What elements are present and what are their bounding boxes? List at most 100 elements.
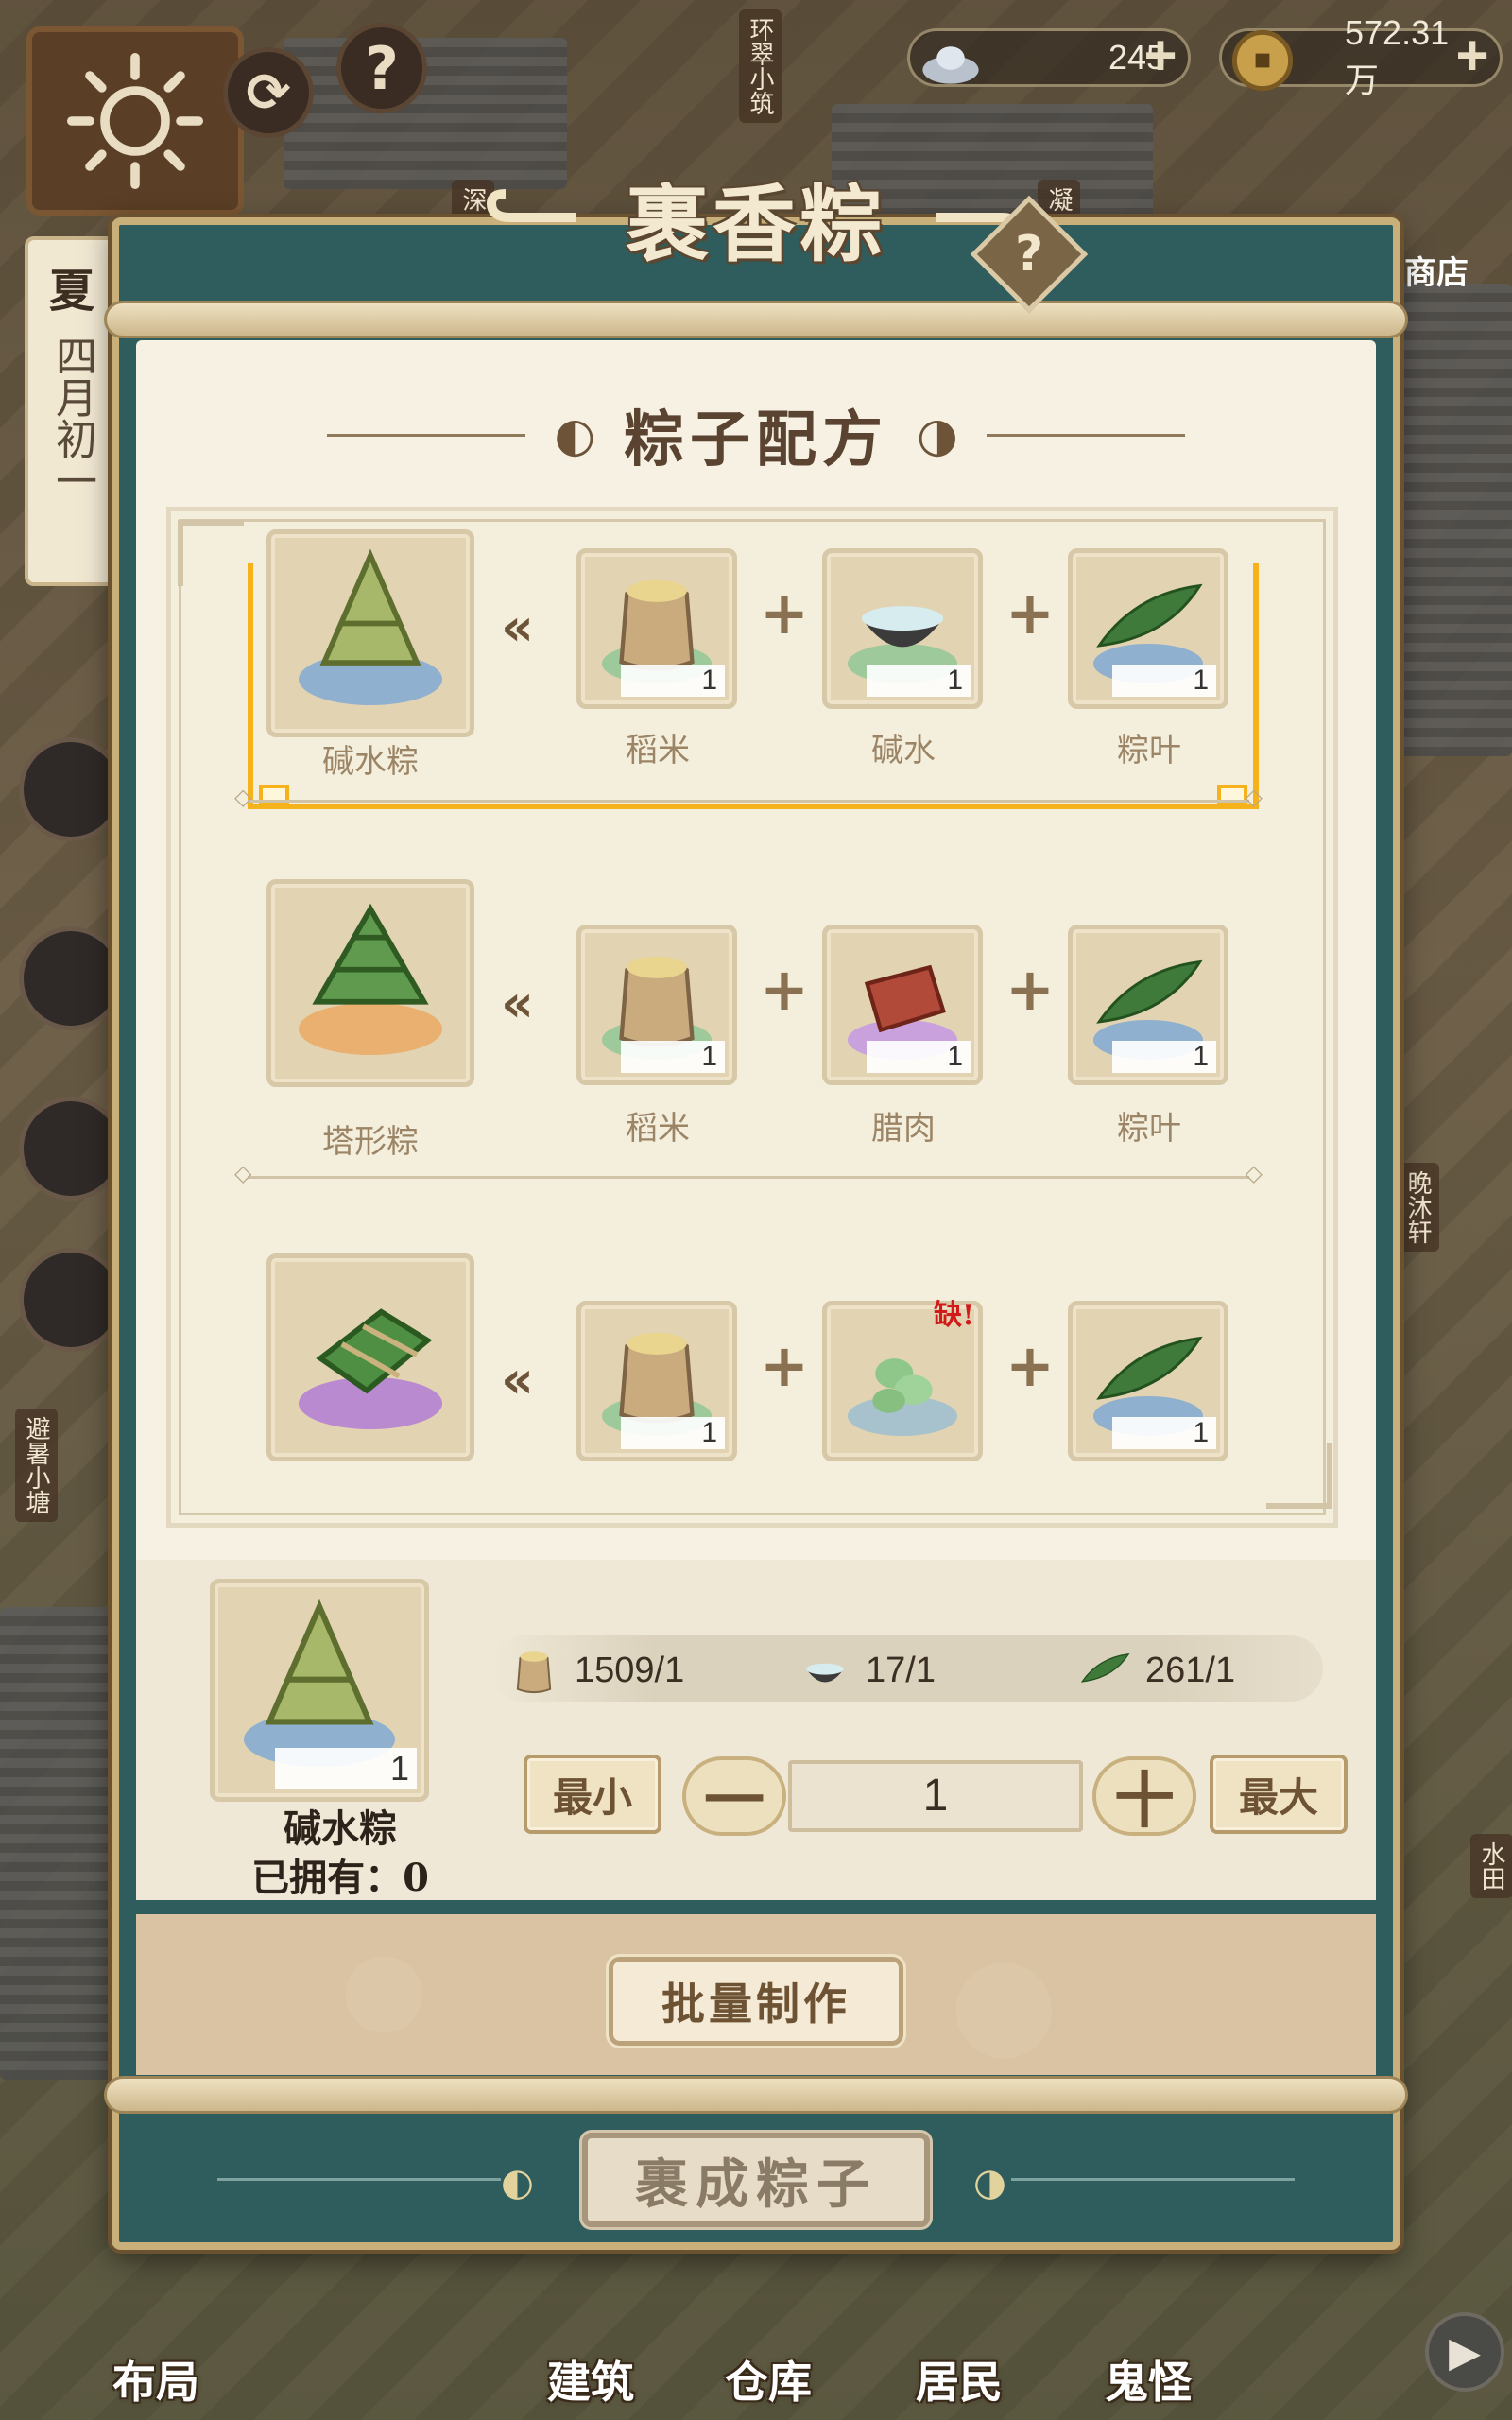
side-menu-button[interactable] (19, 1097, 123, 1201)
arrow-left-icon: « (501, 974, 534, 1033)
section-title: 粽子配方 (624, 405, 888, 475)
refresh-icon: ⟳ (246, 61, 291, 124)
plus-icon: + (1005, 1331, 1055, 1400)
product-tile[interactable] (266, 879, 474, 1087)
nav-warehouse[interactable]: 仓库 (688, 2348, 849, 2411)
dialog-title: 裹香粽 (625, 174, 886, 273)
ingredient-count: 1 (867, 665, 971, 697)
corner-ornament (1266, 1443, 1332, 1509)
date-label: 四月初一 (48, 335, 96, 501)
ingredient-name: 稻米 (626, 732, 690, 769)
location-label: 环翠小筑 (739, 9, 782, 123)
ingredient-name: 粽叶 (1117, 732, 1181, 769)
ingredient-name: 碱水 (871, 732, 936, 769)
divider (1011, 2178, 1295, 2181)
location-label: 避暑小塘 (15, 1409, 58, 1522)
ingredient-count: 1 (1112, 665, 1216, 697)
section-header: ◐ 粽子配方 ◑ (136, 388, 1376, 482)
swirl-icon: ◑ (917, 407, 958, 462)
ingredient-tile[interactable]: 1 (576, 1301, 737, 1461)
play-arrow-icon: ▶ (1449, 2327, 1481, 2377)
row-divider (234, 1160, 1263, 1186)
owned-count: 已拥有：0 (198, 1847, 482, 1902)
pyramid-zongzi-icon (265, 1599, 374, 1725)
product-name: 碱水粽 (322, 743, 419, 781)
refresh-button[interactable]: ⟳ (223, 47, 314, 138)
ingredient-tile[interactable]: 1 (576, 548, 737, 709)
swirl-icon: ◐ (501, 2161, 534, 2204)
plus-icon: + (760, 579, 809, 648)
camera-button[interactable] (19, 1248, 123, 1352)
ingredient-tile[interactable]: 1 (1068, 1301, 1228, 1461)
arrow-left-icon: « (501, 597, 534, 657)
nav-ghosts[interactable]: 鬼怪 (1068, 2348, 1228, 2411)
decrease-quantity-button[interactable]: 一 (682, 1756, 786, 1837)
ingredient-name: 腊肉 (871, 1110, 936, 1148)
coin-amount: 572.31万 (1345, 13, 1450, 99)
nav-layout[interactable]: 布局 (76, 2348, 236, 2411)
quantity-input[interactable]: 1 (788, 1760, 1083, 1832)
increase-quantity-button[interactable]: 十 (1092, 1756, 1196, 1837)
help-button[interactable]: ? (336, 23, 427, 113)
wrap-zongzi-button[interactable]: 裹成粽子 (582, 2133, 930, 2227)
arrow-left-icon: « (501, 1350, 534, 1409)
divider (217, 2178, 501, 2181)
ingredient-tile[interactable]: 1 (822, 548, 983, 709)
side-menu-button[interactable] (19, 926, 123, 1030)
side-menu-button[interactable] (19, 737, 123, 841)
weather-sun-button[interactable] (26, 26, 244, 216)
question-icon: ? (365, 33, 399, 103)
swirl-icon: ◑ (973, 2161, 1006, 2204)
pyramid-zongzi-icon (319, 548, 421, 666)
ingredient-count: 1 (1112, 1041, 1216, 1073)
inventory-rice: 1509/1 (501, 1639, 684, 1702)
calendar-widget[interactable]: 夏 四月初一 (25, 236, 119, 586)
rectangular-zongzi-icon (316, 1308, 433, 1394)
product-tile[interactable] (266, 529, 474, 737)
background-roof (1399, 284, 1512, 756)
min-quantity-button[interactable]: 最小 (524, 1754, 662, 1834)
lye-water-bowl-icon (806, 1663, 844, 1683)
ingredient-tile[interactable]: 1 (1068, 925, 1228, 1085)
ingredient-name: 粽叶 (1117, 1110, 1181, 1148)
coin-currency-display: 572.31万 + (1219, 13, 1503, 99)
owned-label: 已拥有： (251, 1856, 404, 1900)
corner-ornament (178, 520, 244, 586)
batch-make-button[interactable]: 批量制作 (609, 1957, 903, 2046)
missing-badge: 缺! (934, 1299, 975, 1332)
silver-currency-display: 245 + (907, 27, 1191, 87)
ingredient-count: 1 (621, 1041, 725, 1073)
nav-buildings[interactable]: 建筑 (510, 2348, 671, 2411)
product-tile[interactable] (266, 1253, 474, 1461)
inventory-rice-text: 1509/1 (575, 1650, 685, 1690)
add-coin-button[interactable]: + (1449, 27, 1496, 84)
add-silver-button[interactable]: + (1137, 27, 1184, 84)
inventory-leaf-text: 261/1 (1145, 1650, 1236, 1690)
ingredient-tile[interactable]: 1 (576, 925, 737, 1085)
tower-zongzi-icon (312, 903, 429, 1005)
selected-product-name: 碱水粽 (284, 1806, 397, 1851)
nav-residents[interactable]: 居民 (879, 2348, 1040, 2411)
plus-icon: + (1005, 955, 1055, 1024)
sun-icon (67, 53, 204, 190)
max-quantity-button[interactable]: 最大 (1210, 1754, 1348, 1834)
ingredient-count: 1 (1112, 1417, 1216, 1449)
inventory-lye-water-text: 17/1 (866, 1650, 936, 1690)
ingredient-count: 1 (621, 1417, 725, 1449)
ingredient-tile[interactable]: 1 (822, 925, 983, 1085)
ingredient-tile[interactable]: 1 (1068, 548, 1228, 709)
inventory-lye-water: 17/1 (792, 1639, 936, 1702)
divider (327, 433, 526, 437)
plus-icon: + (1005, 579, 1055, 648)
shop-label: 商店 (1404, 254, 1469, 292)
ingredient-count: 1 (621, 665, 725, 697)
swirl-icon: ◐ (554, 407, 595, 462)
divider (986, 433, 1185, 437)
scroll-rod-bottom (104, 2076, 1408, 2114)
plus-icon: + (760, 1331, 809, 1400)
bamboo-leaf-icon (1080, 1653, 1130, 1683)
next-page-button[interactable]: ▶ (1425, 2312, 1504, 2392)
rice-sack-icon (516, 1651, 552, 1694)
question-icon: ? (1014, 225, 1044, 283)
location-label: 水田 (1470, 1834, 1512, 1898)
